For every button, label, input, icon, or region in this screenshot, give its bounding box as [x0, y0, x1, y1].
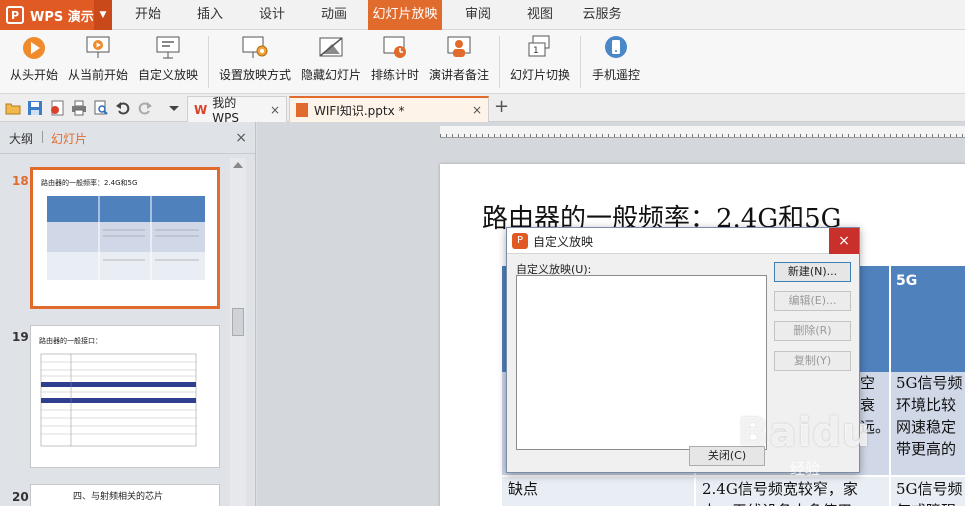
tab-view[interactable]: 视图	[510, 0, 570, 30]
scroll-thumb[interactable]	[232, 308, 244, 336]
close-icon[interactable]: ×	[472, 103, 482, 117]
doc-tab-my-wps[interactable]: W 我的WPS ×	[187, 96, 287, 125]
setup-show-label: 设置放映方式	[218, 68, 291, 82]
new-button[interactable]: 新建(N)...	[774, 262, 851, 282]
doc-tab-wifi[interactable]: WIFI知识.pptx * ×	[289, 96, 489, 122]
custom-show-button[interactable]: 自定义放映	[136, 34, 200, 90]
doc-tab-label: 我的WPS	[212, 96, 239, 125]
table-cell: 5G信号频 环境比较 网速稳定 带更高的	[896, 374, 963, 458]
ribbon-divider	[208, 36, 209, 88]
tab-outline[interactable]: 大纲	[9, 130, 33, 147]
tab-insert[interactable]: 插入	[180, 0, 240, 30]
thumb-table	[40, 353, 197, 447]
table-header-5g: 5G	[896, 273, 918, 289]
phone-remote-label: 手机遥控	[591, 68, 640, 82]
speaker-notes-button[interactable]: 演讲者备注	[426, 34, 492, 90]
thumb-table	[47, 196, 205, 280]
rehearse-timing-icon	[380, 34, 410, 62]
wps-logo-icon: P	[512, 233, 528, 249]
hide-slide-label: 隐藏幻灯片	[300, 68, 361, 82]
custom-show-icon	[153, 34, 183, 62]
tab-slideshow[interactable]: 幻灯片放映	[368, 0, 442, 30]
pptx-file-icon	[296, 103, 308, 117]
copy-button[interactable]: 复制(Y)	[774, 351, 851, 371]
tab-animation[interactable]: 动画	[304, 0, 364, 30]
setup-show-icon	[240, 34, 270, 62]
slide-thumbnail-18[interactable]: 路由器的一般频率：2.4G和5G	[30, 167, 220, 309]
slide-transition-icon: 1	[525, 34, 555, 62]
open-folder-icon[interactable]	[5, 100, 21, 116]
menu-bar: P WPS 演示 ▼ 开始 插入 设计 动画 幻灯片放映 审阅 视图 云服务	[0, 0, 965, 30]
app-name: WPS 演示	[30, 9, 94, 25]
slide-transition-button[interactable]: 1 幻灯片切换	[506, 34, 574, 90]
slide-thumbnail-20[interactable]: 四、与射频相关的芯片	[30, 484, 220, 506]
doc-tab-label: WIFI知识.pptx *	[314, 103, 405, 118]
play-circle-icon	[19, 34, 49, 62]
custom-show-label: 自定义放映	[137, 68, 198, 82]
wps-w-icon: W	[194, 102, 208, 117]
panel-tabs: 大纲 幻灯片 ×	[0, 122, 255, 154]
slide-transition-label: 幻灯片切换	[509, 68, 570, 82]
horizontal-ruler	[440, 126, 965, 138]
tab-home[interactable]: 开始	[118, 0, 178, 30]
tab-divider	[42, 131, 43, 143]
phone-remote-icon	[601, 34, 631, 62]
add-tab-button[interactable]: +	[494, 96, 509, 117]
table-cell: 2.4G信号频宽较窄，家 中，无线设备大多使用	[702, 480, 858, 506]
edit-button[interactable]: 编辑(E)...	[774, 291, 851, 311]
print-preview-icon[interactable]	[93, 100, 109, 116]
undo-icon[interactable]	[115, 100, 131, 116]
play-current-icon	[83, 34, 113, 62]
slide-number: 18	[12, 174, 29, 188]
slide-number: 19	[12, 330, 29, 344]
from-start-label: 从头开始	[9, 68, 58, 82]
slide-number: 20	[12, 490, 29, 504]
ribbon-divider	[580, 36, 581, 88]
app-menu-button[interactable]: P WPS 演示 ▼	[0, 0, 112, 30]
svg-text:1: 1	[533, 46, 539, 56]
slides-panel: 大纲 幻灯片 × 18 路由器的一般频率：2.4G和5G 19 路由器的一般接口…	[0, 122, 256, 506]
delete-button[interactable]: 删除(R)	[774, 321, 851, 341]
table-cell: 缺点	[508, 480, 539, 498]
print-icon[interactable]	[71, 100, 87, 116]
rehearse-timing-label: 排练计时	[370, 68, 419, 82]
speaker-notes-icon	[444, 34, 474, 62]
baidu-watermark: Baidu	[738, 410, 872, 456]
thumb-title: 四、与射频相关的芯片	[73, 492, 164, 502]
table-cell: 5G信号频 气或障碍	[896, 480, 963, 506]
from-start-button[interactable]: 从头开始	[6, 34, 62, 90]
dialog-title: 自定义放映	[533, 235, 594, 249]
from-current-button[interactable]: 从当前开始	[66, 34, 130, 90]
tab-cloud[interactable]: 云服务	[572, 0, 632, 30]
quick-access-bar: W 我的WPS × WIFI知识.pptx * × +	[0, 94, 965, 125]
dialog-titlebar[interactable]: P 自定义放映 ×	[507, 228, 859, 254]
chevron-down-icon[interactable]: ▼	[94, 0, 112, 30]
close-icon[interactable]: ×	[829, 228, 859, 254]
close-icon[interactable]: ×	[270, 103, 280, 117]
from-current-label: 从当前开始	[67, 68, 128, 82]
ribbon: 从头开始 从当前开始 自定义放映 设置放映方式 隐藏幻灯片 排练计时 演讲者备注…	[0, 30, 965, 94]
tab-review[interactable]: 审阅	[448, 0, 508, 30]
phone-remote-button[interactable]: 手机遥控	[588, 34, 644, 90]
save-icon[interactable]	[27, 100, 43, 116]
tab-design[interactable]: 设计	[242, 0, 302, 30]
wps-logo-icon: P	[6, 6, 24, 24]
redo-icon[interactable]	[137, 100, 153, 116]
slide-thumbnail-19[interactable]: 路由器的一般接口：	[30, 325, 220, 468]
ribbon-divider	[499, 36, 500, 88]
setup-show-button[interactable]: 设置放映方式	[216, 34, 294, 90]
rehearse-timing-button[interactable]: 排练计时	[368, 34, 422, 90]
scroll-up-icon[interactable]	[233, 162, 243, 168]
tab-slides[interactable]: 幻灯片	[51, 130, 87, 147]
customize-dropdown-icon[interactable]	[166, 100, 182, 116]
hide-slide-button[interactable]: 隐藏幻灯片	[298, 34, 364, 90]
export-pdf-icon[interactable]	[49, 100, 65, 116]
panel-scrollbar[interactable]	[230, 158, 246, 506]
custom-show-list[interactable]	[516, 275, 767, 450]
baidu-watermark-sub: 经验	[790, 460, 821, 478]
speaker-notes-label: 演讲者备注	[428, 68, 489, 82]
hide-slide-icon	[316, 34, 346, 62]
close-icon[interactable]: ×	[235, 130, 247, 146]
